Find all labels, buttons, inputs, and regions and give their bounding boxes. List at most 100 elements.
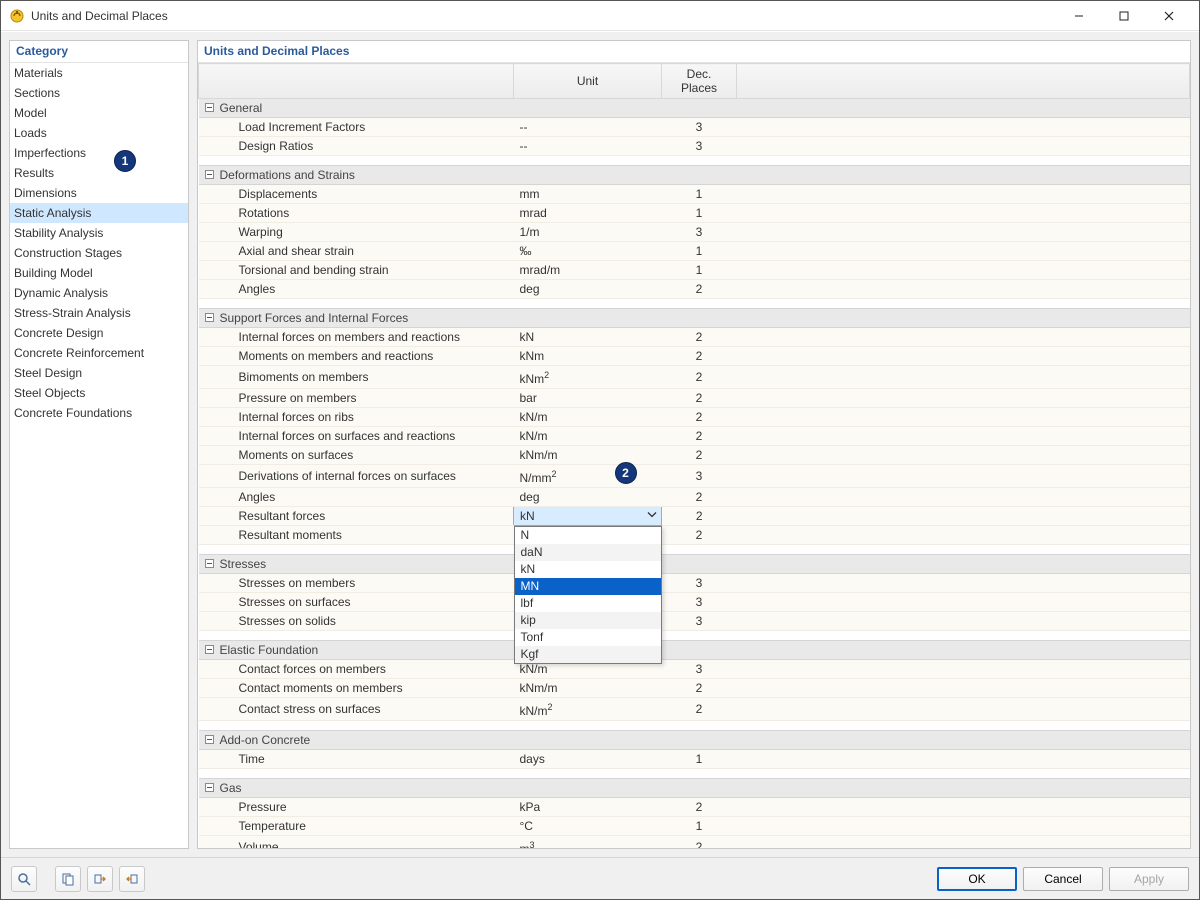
dec-places-cell[interactable]: 3 <box>662 137 737 156</box>
col-name[interactable] <box>199 64 514 99</box>
dropdown-option[interactable]: Tonf <box>515 629 661 646</box>
col-unit[interactable]: Unit <box>514 64 662 99</box>
unit-cell[interactable]: kNm/m <box>514 446 662 465</box>
group-row[interactable]: Elastic Foundation <box>199 641 1190 660</box>
category-item[interactable]: Imperfections <box>10 143 188 163</box>
unit-cell[interactable]: days <box>514 750 662 769</box>
group-row[interactable]: Stresses <box>199 555 1190 574</box>
unit-cell[interactable]: kNm <box>514 347 662 366</box>
dec-places-cell[interactable]: 1 <box>662 261 737 280</box>
dec-places-cell[interactable]: 2 <box>662 366 737 389</box>
collapse-icon[interactable] <box>205 645 214 654</box>
group-row[interactable]: Deformations and Strains <box>199 166 1190 185</box>
dec-places-cell[interactable]: 2 <box>662 328 737 347</box>
dec-places-cell[interactable]: 1 <box>662 185 737 204</box>
group-row[interactable]: Support Forces and Internal Forces <box>199 309 1190 328</box>
export-tool-button[interactable] <box>119 866 145 892</box>
copy-tool-button[interactable] <box>55 866 81 892</box>
close-button[interactable] <box>1146 1 1191 30</box>
unit-cell[interactable]: -- <box>514 118 662 137</box>
unit-cell[interactable]: N/mm2 <box>514 465 662 488</box>
category-item[interactable]: Loads <box>10 123 188 143</box>
dec-places-cell[interactable]: 3 <box>662 660 737 679</box>
dropdown-option[interactable]: MN <box>515 578 661 595</box>
dec-places-cell[interactable]: 1 <box>662 750 737 769</box>
category-item[interactable]: Stress-Strain Analysis <box>10 303 188 323</box>
dec-places-cell[interactable]: 1 <box>662 242 737 261</box>
dec-places-cell[interactable]: 2 <box>662 836 737 849</box>
category-item[interactable]: Results <box>10 163 188 183</box>
search-tool-button[interactable] <box>11 866 37 892</box>
dec-places-cell[interactable]: 3 <box>662 118 737 137</box>
dropdown-option[interactable]: lbf <box>515 595 661 612</box>
category-item[interactable]: Dimensions <box>10 183 188 203</box>
dec-places-cell[interactable]: 2 <box>662 698 737 721</box>
group-row[interactable]: Gas <box>199 779 1190 798</box>
category-item[interactable]: Sections <box>10 83 188 103</box>
unit-cell[interactable]: mrad <box>514 204 662 223</box>
unit-cell[interactable]: kPa <box>514 798 662 817</box>
dropdown-option[interactable]: daN <box>515 544 661 561</box>
dec-places-cell[interactable]: 2 <box>662 488 737 507</box>
dec-places-cell[interactable]: 2 <box>662 408 737 427</box>
collapse-icon[interactable] <box>205 103 214 112</box>
collapse-icon[interactable] <box>205 313 214 322</box>
unit-cell[interactable]: kN <box>514 507 662 526</box>
unit-cell[interactable]: deg <box>514 488 662 507</box>
ok-button[interactable]: OK <box>937 867 1017 891</box>
category-item[interactable]: Building Model <box>10 263 188 283</box>
dec-places-cell[interactable]: 1 <box>662 204 737 223</box>
unit-cell[interactable]: deg <box>514 280 662 299</box>
unit-cell[interactable]: bar <box>514 389 662 408</box>
dec-places-cell[interactable]: 2 <box>662 507 737 526</box>
maximize-button[interactable] <box>1101 1 1146 30</box>
unit-cell[interactable]: kN/m <box>514 427 662 446</box>
dec-places-cell[interactable]: 2 <box>662 446 737 465</box>
apply-button[interactable]: Apply <box>1109 867 1189 891</box>
unit-cell[interactable]: kN <box>514 328 662 347</box>
unit-cell[interactable]: ‰ <box>514 242 662 261</box>
dropdown-option[interactable]: kN <box>515 561 661 578</box>
unit-cell[interactable]: °C <box>514 817 662 836</box>
category-item[interactable]: Materials <box>10 63 188 83</box>
category-item[interactable]: Dynamic Analysis <box>10 283 188 303</box>
collapse-icon[interactable] <box>205 735 214 744</box>
category-item[interactable]: Concrete Reinforcement <box>10 343 188 363</box>
collapse-icon[interactable] <box>205 783 214 792</box>
category-item[interactable]: Stability Analysis <box>10 223 188 243</box>
collapse-icon[interactable] <box>205 559 214 568</box>
category-item[interactable]: Construction Stages <box>10 243 188 263</box>
grid-scroll[interactable]: Unit Dec. Places GeneralLoad Increment F… <box>198 63 1190 848</box>
dec-places-cell[interactable]: 3 <box>662 465 737 488</box>
dec-places-cell[interactable]: 2 <box>662 347 737 366</box>
dec-places-cell[interactable]: 2 <box>662 427 737 446</box>
unit-cell[interactable]: -- <box>514 137 662 156</box>
cancel-button[interactable]: Cancel <box>1023 867 1103 891</box>
minimize-button[interactable] <box>1056 1 1101 30</box>
dec-places-cell[interactable]: 3 <box>662 223 737 242</box>
col-dec[interactable]: Dec. Places <box>662 64 737 99</box>
unit-cell[interactable]: kNm/m <box>514 679 662 698</box>
unit-cell[interactable]: kN/m2 <box>514 698 662 721</box>
dec-places-cell[interactable]: 2 <box>662 526 737 545</box>
dropdown-option[interactable]: kip <box>515 612 661 629</box>
unit-cell[interactable]: 1/m <box>514 223 662 242</box>
collapse-icon[interactable] <box>205 170 214 179</box>
category-item[interactable]: Static Analysis <box>10 203 188 223</box>
chevron-down-icon[interactable] <box>647 509 657 524</box>
dec-places-cell[interactable]: 3 <box>662 612 737 631</box>
dec-places-cell[interactable]: 3 <box>662 574 737 593</box>
dec-places-cell[interactable]: 3 <box>662 593 737 612</box>
unit-cell[interactable]: mrad/m <box>514 261 662 280</box>
dec-places-cell[interactable]: 2 <box>662 280 737 299</box>
dec-places-cell[interactable]: 2 <box>662 389 737 408</box>
group-row[interactable]: Add-on Concrete <box>199 731 1190 750</box>
category-item[interactable]: Steel Objects <box>10 383 188 403</box>
dec-places-cell[interactable]: 1 <box>662 817 737 836</box>
import-tool-button[interactable] <box>87 866 113 892</box>
category-item[interactable]: Model <box>10 103 188 123</box>
unit-cell[interactable]: mm <box>514 185 662 204</box>
dropdown-option[interactable]: N <box>515 527 661 544</box>
unit-cell[interactable]: m3 <box>514 836 662 849</box>
category-item[interactable]: Steel Design <box>10 363 188 383</box>
